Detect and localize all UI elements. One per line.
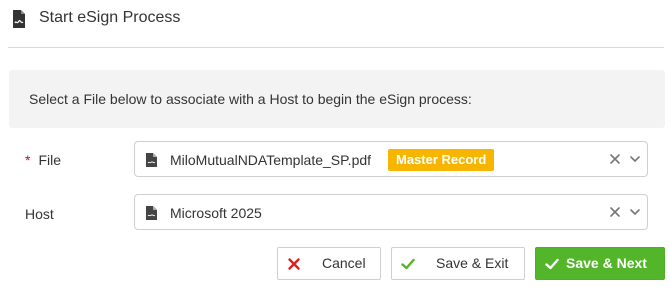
close-icon: [288, 258, 300, 270]
dialog-title: Start eSign Process: [39, 9, 181, 26]
pdf-file-icon: [146, 153, 157, 167]
check-icon: [401, 258, 415, 270]
save-exit-button-label: Save & Exit: [436, 255, 509, 271]
instruction-text: Select a File below to associate with a …: [29, 91, 472, 107]
host-select[interactable]: Microsoft 2025: [134, 194, 648, 230]
required-marker: *: [25, 152, 31, 168]
file-select[interactable]: MiloMutualNDATemplate_SP.pdf Master Reco…: [134, 141, 648, 177]
cancel-button[interactable]: Cancel: [277, 247, 381, 280]
save-next-button[interactable]: Save & Next: [535, 247, 665, 280]
clear-icon[interactable]: [609, 153, 621, 165]
host-label-text: Host: [25, 206, 54, 222]
host-select-value: Microsoft 2025: [170, 205, 262, 221]
host-field-label: Host: [25, 205, 54, 223]
file-signature-icon: [13, 10, 25, 28]
check-icon: [545, 258, 559, 270]
chevron-down-icon[interactable]: [629, 154, 641, 164]
header-divider: [8, 47, 664, 48]
master-record-badge: Master Record: [388, 149, 495, 171]
save-exit-button[interactable]: Save & Exit: [391, 247, 525, 280]
pdf-file-icon: [146, 206, 157, 220]
chevron-down-icon[interactable]: [629, 207, 641, 217]
file-label-text: File: [38, 152, 62, 168]
save-next-button-label: Save & Next: [566, 255, 647, 271]
file-field-label: * File: [25, 151, 61, 169]
dialog-header: Start eSign Process: [0, 0, 670, 40]
cancel-button-label: Cancel: [322, 255, 366, 271]
file-select-value: MiloMutualNDATemplate_SP.pdf: [170, 152, 372, 168]
clear-icon[interactable]: [609, 206, 621, 218]
instruction-panel: Select a File below to associate with a …: [9, 70, 665, 128]
